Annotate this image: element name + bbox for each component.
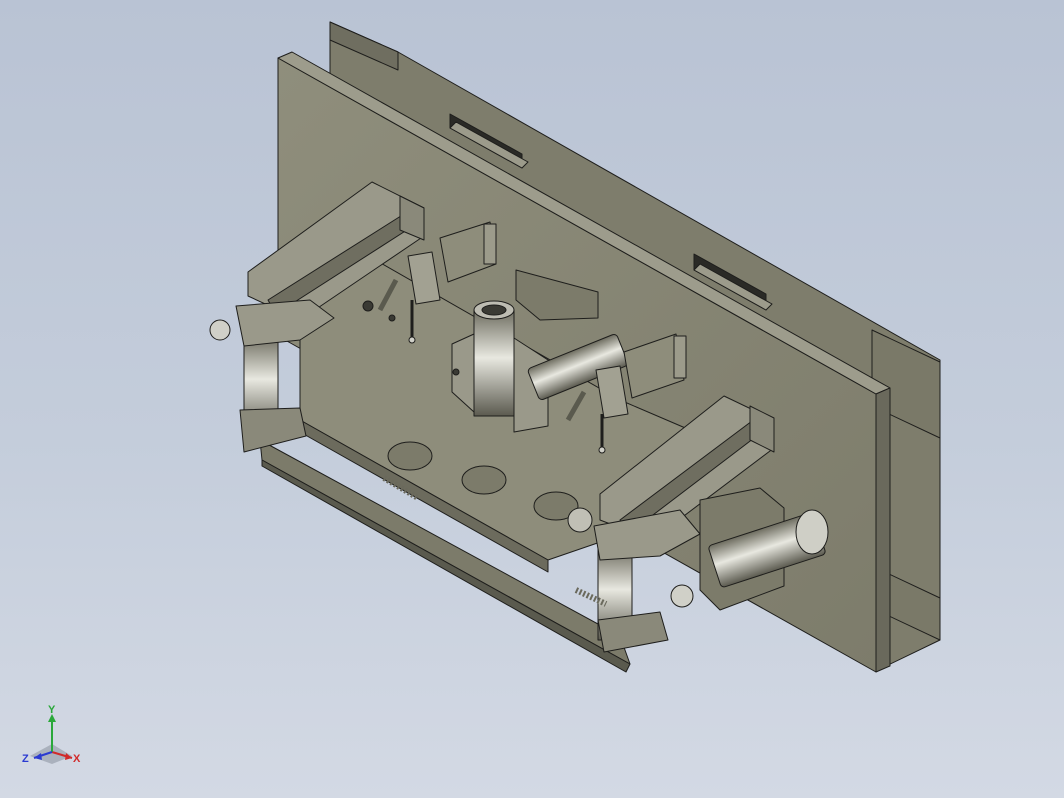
carriage-hole-2 <box>388 314 396 322</box>
center-post <box>473 309 515 417</box>
orientation-triad: Y X Z <box>22 704 81 765</box>
left-clamp-jaw <box>239 407 307 453</box>
left-pivot-nut <box>209 319 231 341</box>
triad-z-label: Z <box>22 753 29 765</box>
roller-2 <box>461 465 507 495</box>
right-pivot-nut <box>670 584 694 608</box>
fixture-assembly-model[interactable] <box>0 0 1064 798</box>
triad-x-label: X <box>73 753 81 765</box>
base-plate-edge-right <box>875 387 891 673</box>
actuator-left-cap <box>483 223 497 265</box>
cad-viewport[interactable]: Y X Z <box>0 0 1064 798</box>
roller-1 <box>387 441 433 471</box>
right-roller-cap <box>795 509 829 555</box>
actuator-right-cap <box>673 335 687 379</box>
triad-y-label: Y <box>48 704 56 716</box>
carriage-hole-1 <box>362 300 374 312</box>
roller-4 <box>567 507 593 533</box>
carriage-hole-3 <box>452 368 460 376</box>
